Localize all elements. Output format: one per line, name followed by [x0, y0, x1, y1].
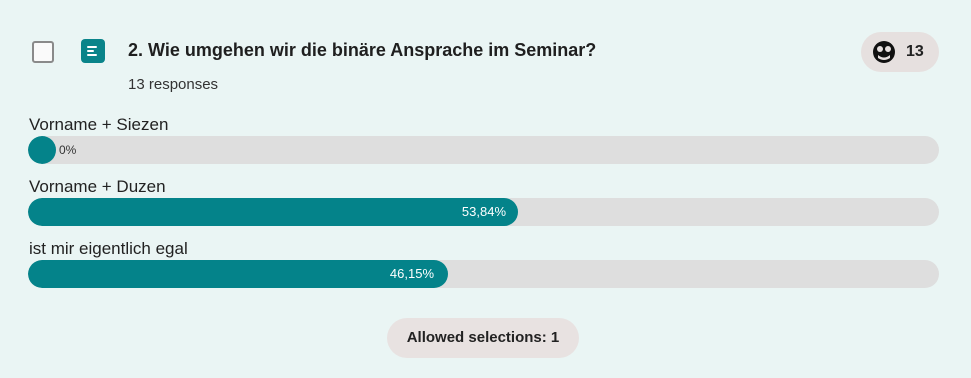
- poll-question-card: 2. Wie umgehen wir die binäre Ansprache …: [0, 0, 971, 378]
- users-face-icon: [873, 41, 895, 63]
- option-label: ist mir eigentlich egal: [29, 239, 188, 258]
- respondents-badge[interactable]: 13: [861, 32, 939, 72]
- question-title: 2. Wie umgehen wir die binäre Ansprache …: [128, 40, 597, 60]
- option-label: Vorname + Siezen: [29, 115, 169, 134]
- option-bar-track: 53,84%: [28, 198, 939, 226]
- select-question-checkbox[interactable]: [32, 41, 54, 63]
- option-label: Vorname + Duzen: [29, 177, 166, 196]
- option-percent: 0%: [59, 143, 77, 157]
- option-bar-track: 46,15%: [28, 260, 939, 288]
- respondents-count: 13: [906, 43, 924, 60]
- text-list-icon: [81, 39, 105, 63]
- option-percent: 46,15%: [389, 266, 434, 281]
- option-bar-fill: 46,15%: [28, 260, 448, 288]
- option-bar-track: 0%: [28, 136, 939, 164]
- responses-count-text: 13 responses: [128, 76, 219, 93]
- option-bar-fill: 53,84%: [28, 198, 518, 226]
- option-bar-fill: [28, 136, 56, 164]
- option-percent: 53,84%: [461, 204, 506, 219]
- allowed-selections-badge: Allowed selections: 1: [387, 318, 579, 358]
